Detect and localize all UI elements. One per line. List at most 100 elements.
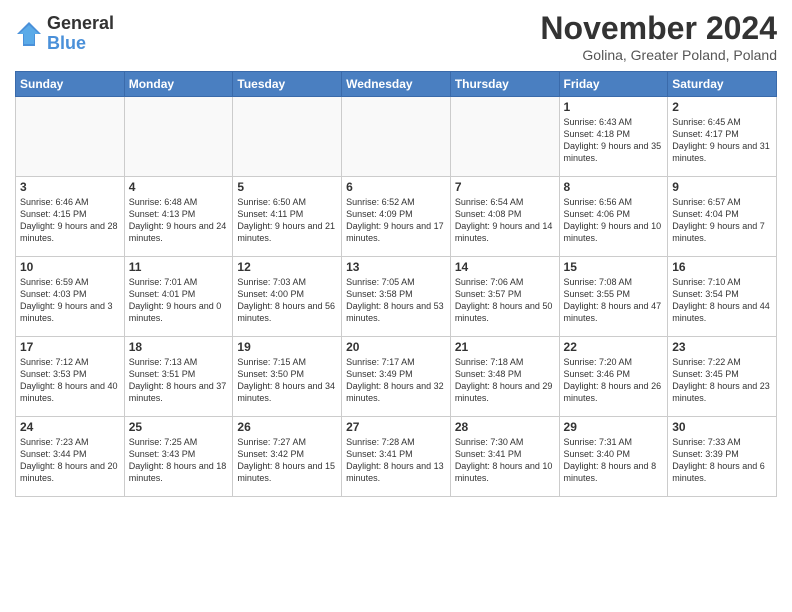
day-number: 11: [129, 260, 229, 274]
day-number: 28: [455, 420, 555, 434]
calendar-cell: 2 Sunrise: 6:45 AM Sunset: 4:17 PM Daylig…: [668, 97, 777, 177]
day-info: Sunrise: 7:20 AM Sunset: 3:46 PM Dayligh…: [564, 356, 664, 405]
day-number: 12: [237, 260, 337, 274]
calendar-cell: 4 Sunrise: 6:48 AM Sunset: 4:13 PM Daylig…: [124, 177, 233, 257]
day-number: 23: [672, 340, 772, 354]
calendar-cell: 22 Sunrise: 7:20 AM Sunset: 3:46 PM Dayli…: [559, 337, 668, 417]
day-info: Sunrise: 7:28 AM Sunset: 3:41 PM Dayligh…: [346, 436, 446, 485]
calendar-cell: 26 Sunrise: 7:27 AM Sunset: 3:42 PM Dayli…: [233, 417, 342, 497]
day-info: Sunrise: 7:06 AM Sunset: 3:57 PM Dayligh…: [455, 276, 555, 325]
month-title: November 2024: [540, 10, 777, 47]
day-info: Sunrise: 7:33 AM Sunset: 3:39 PM Dayligh…: [672, 436, 772, 485]
logo-icon: [15, 20, 43, 48]
day-number: 17: [20, 340, 120, 354]
calendar-week-4: 17 Sunrise: 7:12 AM Sunset: 3:53 PM Dayli…: [16, 337, 777, 417]
col-sunday: Sunday: [16, 72, 125, 97]
day-number: 6: [346, 180, 446, 194]
day-number: 15: [564, 260, 664, 274]
day-number: 24: [20, 420, 120, 434]
day-info: Sunrise: 6:54 AM Sunset: 4:08 PM Dayligh…: [455, 196, 555, 245]
calendar-cell: 15 Sunrise: 7:08 AM Sunset: 3:55 PM Dayli…: [559, 257, 668, 337]
subtitle: Golina, Greater Poland, Poland: [540, 47, 777, 63]
day-number: 4: [129, 180, 229, 194]
calendar-table: Sunday Monday Tuesday Wednesday Thursday…: [15, 71, 777, 497]
calendar-cell: 29 Sunrise: 7:31 AM Sunset: 3:40 PM Dayli…: [559, 417, 668, 497]
day-info: Sunrise: 7:23 AM Sunset: 3:44 PM Dayligh…: [20, 436, 120, 485]
day-info: Sunrise: 7:08 AM Sunset: 3:55 PM Dayligh…: [564, 276, 664, 325]
calendar-cell: 23 Sunrise: 7:22 AM Sunset: 3:45 PM Dayli…: [668, 337, 777, 417]
calendar-header: Sunday Monday Tuesday Wednesday Thursday…: [16, 72, 777, 97]
day-number: 27: [346, 420, 446, 434]
calendar-week-3: 10 Sunrise: 6:59 AM Sunset: 4:03 PM Dayli…: [16, 257, 777, 337]
day-info: Sunrise: 6:56 AM Sunset: 4:06 PM Dayligh…: [564, 196, 664, 245]
day-number: 22: [564, 340, 664, 354]
col-saturday: Saturday: [668, 72, 777, 97]
logo-blue: Blue: [47, 34, 114, 54]
day-number: 13: [346, 260, 446, 274]
day-info: Sunrise: 7:22 AM Sunset: 3:45 PM Dayligh…: [672, 356, 772, 405]
day-info: Sunrise: 7:30 AM Sunset: 3:41 PM Dayligh…: [455, 436, 555, 485]
calendar-cell: 7 Sunrise: 6:54 AM Sunset: 4:08 PM Daylig…: [450, 177, 559, 257]
day-number: 21: [455, 340, 555, 354]
calendar-week-5: 24 Sunrise: 7:23 AM Sunset: 3:44 PM Dayli…: [16, 417, 777, 497]
calendar-cell: 25Sunrise: 7:25 AM Sunset: 3:43 PM Dayli…: [124, 417, 233, 497]
day-info: Sunrise: 6:52 AM Sunset: 4:09 PM Dayligh…: [346, 196, 446, 245]
page: General Blue November 2024 Golina, Great…: [0, 0, 792, 612]
day-number: 29: [564, 420, 664, 434]
day-info: Sunrise: 7:31 AM Sunset: 3:40 PM Dayligh…: [564, 436, 664, 485]
calendar-cell: [233, 97, 342, 177]
calendar-cell: 6 Sunrise: 6:52 AM Sunset: 4:09 PM Daylig…: [342, 177, 451, 257]
calendar-cell: 21 Sunrise: 7:18 AM Sunset: 3:48 PM Dayli…: [450, 337, 559, 417]
header: General Blue November 2024 Golina, Great…: [15, 10, 777, 63]
calendar-cell: 8 Sunrise: 6:56 AM Sunset: 4:06 PM Daylig…: [559, 177, 668, 257]
calendar-cell: 18Sunrise: 7:13 AM Sunset: 3:51 PM Dayli…: [124, 337, 233, 417]
calendar-cell: 27 Sunrise: 7:28 AM Sunset: 3:41 PM Dayli…: [342, 417, 451, 497]
day-number: 8: [564, 180, 664, 194]
day-info: Sunrise: 7:17 AM Sunset: 3:49 PM Dayligh…: [346, 356, 446, 405]
day-info: Sunrise: 6:59 AM Sunset: 4:03 PM Dayligh…: [20, 276, 120, 325]
col-wednesday: Wednesday: [342, 72, 451, 97]
day-info: Sunrise: 7:03 AM Sunset: 4:00 PM Dayligh…: [237, 276, 337, 325]
day-info: Sunrise: 7:01 AM Sunset: 4:01 PM Dayligh…: [129, 276, 229, 325]
day-info: Sunrise: 7:25 AM Sunset: 3:43 PM Dayligh…: [129, 436, 229, 485]
day-number: 10: [20, 260, 120, 274]
calendar-cell: 17 Sunrise: 7:12 AM Sunset: 3:53 PM Dayli…: [16, 337, 125, 417]
day-info: Sunrise: 7:13 AM Sunset: 3:51 PM Dayligh…: [129, 356, 229, 405]
col-monday: Monday: [124, 72, 233, 97]
header-row: Sunday Monday Tuesday Wednesday Thursday…: [16, 72, 777, 97]
calendar-cell: 28 Sunrise: 7:30 AM Sunset: 3:41 PM Dayli…: [450, 417, 559, 497]
day-info: Sunrise: 6:43 AM Sunset: 4:18 PM Dayligh…: [564, 116, 664, 165]
day-info: Sunrise: 7:27 AM Sunset: 3:42 PM Dayligh…: [237, 436, 337, 485]
day-info: Sunrise: 6:45 AM Sunset: 4:17 PM Dayligh…: [672, 116, 772, 165]
day-number: 2: [672, 100, 772, 114]
calendar-cell: [16, 97, 125, 177]
logo-text: General Blue: [47, 14, 114, 54]
day-number: 7: [455, 180, 555, 194]
calendar-cell: 30Sunrise: 7:33 AM Sunset: 3:39 PM Dayli…: [668, 417, 777, 497]
day-info: Sunrise: 7:10 AM Sunset: 3:54 PM Dayligh…: [672, 276, 772, 325]
day-number: 1: [564, 100, 664, 114]
calendar-cell: 24 Sunrise: 7:23 AM Sunset: 3:44 PM Dayli…: [16, 417, 125, 497]
day-number: 26: [237, 420, 337, 434]
day-info: Sunrise: 7:12 AM Sunset: 3:53 PM Dayligh…: [20, 356, 120, 405]
day-number: 3: [20, 180, 120, 194]
day-number: 20: [346, 340, 446, 354]
day-info: Sunrise: 6:48 AM Sunset: 4:13 PM Dayligh…: [129, 196, 229, 245]
day-number: 9: [672, 180, 772, 194]
day-info: Sunrise: 7:18 AM Sunset: 3:48 PM Dayligh…: [455, 356, 555, 405]
calendar-cell: 20 Sunrise: 7:17 AM Sunset: 3:49 PM Dayli…: [342, 337, 451, 417]
day-number: 5: [237, 180, 337, 194]
calendar-cell: [450, 97, 559, 177]
logo-general: General: [47, 14, 114, 34]
calendar-cell: 1 Sunrise: 6:43 AM Sunset: 4:18 PM Daylig…: [559, 97, 668, 177]
col-thursday: Thursday: [450, 72, 559, 97]
day-info: Sunrise: 6:46 AM Sunset: 4:15 PM Dayligh…: [20, 196, 120, 245]
calendar-cell: 9 Sunrise: 6:57 AM Sunset: 4:04 PM Daylig…: [668, 177, 777, 257]
calendar-cell: 10 Sunrise: 6:59 AM Sunset: 4:03 PM Dayli…: [16, 257, 125, 337]
day-number: 16: [672, 260, 772, 274]
day-number: 14: [455, 260, 555, 274]
calendar-cell: 3 Sunrise: 6:46 AM Sunset: 4:15 PM Daylig…: [16, 177, 125, 257]
calendar-cell: 11 Sunrise: 7:01 AM Sunset: 4:01 PM Dayli…: [124, 257, 233, 337]
day-info: Sunrise: 6:57 AM Sunset: 4:04 PM Dayligh…: [672, 196, 772, 245]
col-tuesday: Tuesday: [233, 72, 342, 97]
